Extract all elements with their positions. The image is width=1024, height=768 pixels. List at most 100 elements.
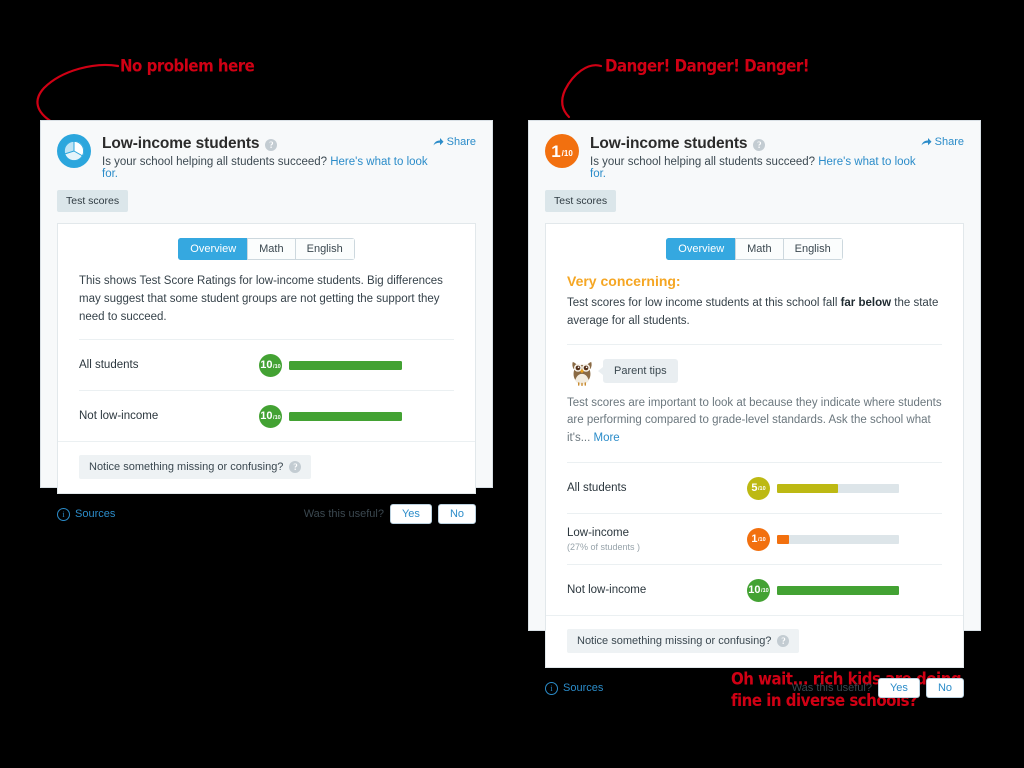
rating-badge: 1/10	[747, 527, 770, 551]
rating-denominator: /10	[561, 148, 573, 158]
low-income-card-right: 1/10 Low-income students ? Is your schoo…	[528, 120, 981, 699]
rating-value: 10	[748, 583, 761, 596]
rating-denominator: /10	[761, 588, 769, 595]
share-icon	[921, 137, 932, 145]
card-header: Low-income students ? Is your school hel…	[41, 121, 492, 180]
rating-badge: 1/10	[545, 134, 579, 168]
panel-body: This shows Test Score Ratings for low-in…	[58, 260, 475, 326]
rating-denominator: /10	[273, 414, 281, 421]
share-button[interactable]: Share	[921, 134, 964, 148]
rating-bar-track	[777, 585, 899, 595]
tab-math[interactable]: Math	[247, 238, 295, 260]
rating-denominator: /10	[273, 363, 281, 370]
row-name: Not low-income	[79, 410, 159, 423]
subtitle-question: Is your school helping all students succ…	[102, 156, 328, 168]
tab-bar: Overview Math English	[546, 224, 963, 260]
sources-link[interactable]: i Sources	[545, 681, 604, 695]
help-icon[interactable]: ?	[289, 461, 302, 474]
usefulness-feedback: Was this useful? Yes No	[304, 504, 476, 525]
annotation-danger: Danger! Danger! Danger!	[605, 56, 810, 77]
test-scores-chip[interactable]: Test scores	[57, 190, 129, 212]
info-icon: i	[57, 507, 70, 521]
screenshot-stage: No problem here Danger! Danger! Danger! …	[0, 0, 1024, 768]
row-label: All students	[567, 482, 747, 494]
no-button[interactable]: No	[925, 678, 964, 699]
row-meter: 5/10	[747, 476, 942, 500]
card-footer: i Sources Was this useful? Yes No	[529, 668, 980, 709]
test-scores-chip[interactable]: Test scores	[545, 190, 617, 212]
rating-bar-track	[289, 411, 402, 421]
warning-text: Test scores for low income students at t…	[567, 295, 942, 331]
parent-tips-label[interactable]: Parent tips	[598, 358, 678, 383]
chip-row: Test scores	[529, 180, 980, 223]
parent-tips-row: Parent tips	[546, 345, 963, 386]
help-icon[interactable]: ?	[265, 139, 278, 151]
tips-body: Test scores are important to look at bec…	[567, 396, 942, 445]
table-row: All students 10/10	[79, 339, 454, 390]
row-note: (27% of students )	[567, 541, 641, 552]
no-button[interactable]: No	[437, 504, 476, 525]
rating-denominator: /10	[757, 537, 766, 544]
usefulness-feedback: Was this useful? Yes No	[792, 678, 964, 699]
avatar: 1/10	[545, 134, 579, 168]
content-panel: Overview Math English Very concerning: T…	[545, 223, 964, 669]
avatar	[57, 134, 91, 168]
rating-rows: All students 10/10 Not low-income 10 /10	[58, 339, 475, 441]
rating-value: 10	[260, 358, 273, 371]
notice-feedback-button[interactable]: Notice something missing or confusing? ?	[567, 629, 800, 654]
row-meter: 10/10	[259, 353, 454, 377]
rating-bar-track	[777, 483, 899, 493]
tab-english[interactable]: English	[782, 238, 843, 260]
yes-button[interactable]: Yes	[877, 678, 920, 699]
tab-overview[interactable]: Overview	[178, 238, 248, 260]
sources-link[interactable]: i Sources	[57, 507, 116, 521]
sources-label: Sources	[75, 508, 116, 521]
notice-wrap: Notice something missing or confusing? ?	[546, 615, 963, 667]
share-button[interactable]: Share	[433, 134, 476, 148]
title-row: Low-income students ?	[590, 135, 921, 153]
rating-badge: 5/10	[747, 476, 770, 500]
rating-bar-track	[289, 360, 402, 370]
tab-math[interactable]: Math	[735, 238, 783, 260]
warn-bold: far below	[840, 297, 892, 309]
table-row: Low-income (27% of students ) 1/10	[567, 513, 942, 564]
low-income-card-left: Low-income students ? Is your school hel…	[40, 120, 493, 525]
yes-button[interactable]: Yes	[389, 504, 432, 525]
notice-label: Notice something missing or confusing?	[89, 461, 284, 474]
rating-bar-fill	[289, 360, 402, 370]
warning-heading: Very concerning:	[567, 273, 681, 289]
row-name: Not low-income	[567, 584, 647, 597]
rating-value: 1	[751, 532, 758, 545]
row-name: All students	[567, 482, 627, 495]
title-row: Low-income students ?	[102, 135, 433, 153]
card-subtitle: Is your school helping all students succ…	[590, 156, 921, 180]
rating-bar-track	[777, 534, 899, 544]
row-name: All students	[79, 359, 139, 372]
row-label: All students	[79, 359, 259, 371]
notice-feedback-button[interactable]: Notice something missing or confusing? ?	[79, 455, 312, 480]
help-icon[interactable]: ?	[777, 635, 790, 648]
tab-english[interactable]: English	[294, 238, 355, 260]
help-icon[interactable]: ?	[753, 139, 766, 151]
page-title: Low-income students	[590, 135, 748, 152]
sources-label: Sources	[563, 682, 604, 695]
tab-bar: Overview Math English	[58, 224, 475, 260]
info-icon: i	[545, 681, 558, 695]
card-header: 1/10 Low-income students ? Is your schoo…	[529, 121, 980, 180]
rating-bar-fill	[289, 411, 402, 421]
rating-bar-fill	[777, 585, 899, 595]
rating-rows: All students 5/10 Low-income (27% of stu…	[546, 462, 963, 615]
table-row: All students 5/10	[567, 462, 942, 513]
row-meter: 10/10	[259, 404, 454, 428]
tab-overview[interactable]: Overview	[666, 238, 736, 260]
intro-text: This shows Test Score Ratings for low-in…	[79, 275, 443, 323]
table-row: Not low-income 10/10	[79, 390, 454, 441]
more-link[interactable]: More	[593, 432, 619, 444]
share-label: Share	[934, 136, 964, 148]
notice-label: Notice something missing or confusing?	[577, 635, 772, 648]
share-label: Share	[446, 136, 476, 148]
chip-row: Test scores	[41, 180, 492, 223]
content-panel: Overview Math English This shows Test Sc…	[57, 223, 476, 495]
rating-badge: 10/10	[259, 353, 282, 377]
pie-chart-icon	[57, 134, 91, 168]
